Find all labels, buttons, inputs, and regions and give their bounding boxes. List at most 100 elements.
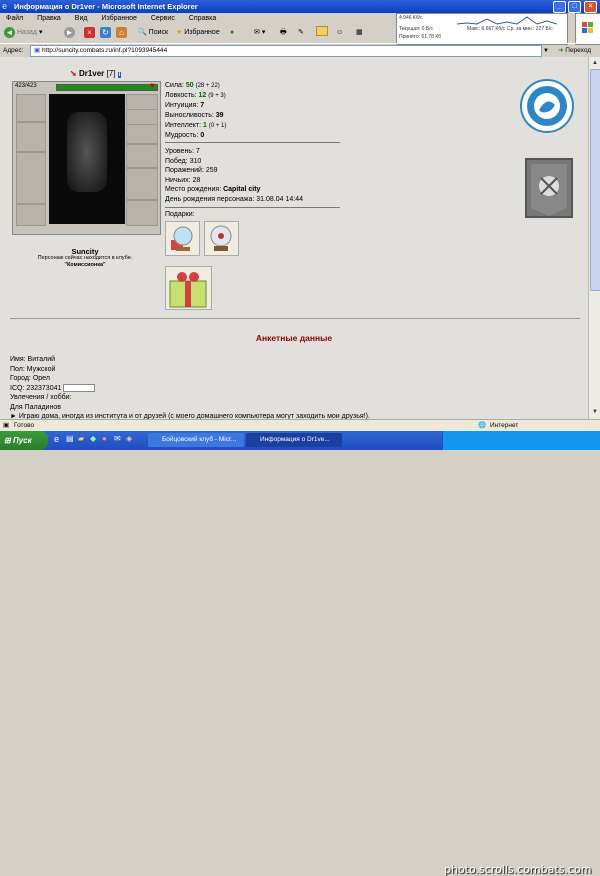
print-button[interactable]: 🖶 bbox=[280, 26, 287, 40]
windows-flag-icon bbox=[582, 22, 593, 33]
stat-intuition: Интуиция: 7 bbox=[165, 102, 205, 109]
system-tray bbox=[442, 431, 600, 450]
menu-favorites[interactable]: Избранное bbox=[101, 15, 136, 22]
search-button[interactable]: 🔍 Поиск bbox=[138, 26, 168, 40]
quicklaunch-tool-icon[interactable]: ◈ bbox=[126, 434, 132, 443]
stat-agility: Ловкость: 12 (9 + 3) bbox=[165, 92, 226, 99]
slot-helmet[interactable] bbox=[16, 94, 46, 122]
info-losses: Поражений: 259 bbox=[165, 167, 218, 174]
media-icon: ● bbox=[230, 29, 235, 36]
home-icon: ⌂ bbox=[116, 26, 127, 38]
search-icon: 🔍 bbox=[138, 29, 147, 36]
hp-bar bbox=[56, 84, 158, 91]
quicklaunch-app-icon[interactable]: ◆ bbox=[90, 434, 96, 443]
menu-file[interactable]: Файл bbox=[6, 15, 23, 22]
gift-globe-icon[interactable] bbox=[165, 221, 200, 256]
divider bbox=[165, 142, 340, 143]
go-arrow-icon: ➜ bbox=[558, 47, 564, 54]
vertical-scrollbar[interactable]: ▲ ▼ bbox=[588, 57, 600, 419]
page-icon: ▣ bbox=[34, 47, 41, 54]
gifts-label: Подарки: bbox=[165, 211, 195, 218]
refresh-button[interactable]: ↻ bbox=[100, 26, 111, 40]
address-input[interactable]: ▣ http://suncity.combats.ru/inf.pl?10939… bbox=[30, 45, 542, 57]
stat-wisdom: Мудрость: 0 bbox=[165, 132, 205, 139]
slot-rings[interactable] bbox=[126, 124, 158, 144]
messenger-icon: ☺ bbox=[336, 29, 344, 36]
scroll-thumb[interactable] bbox=[590, 69, 600, 291]
profile-city: Город: Орел bbox=[10, 375, 50, 382]
minimize-button[interactable]: _ bbox=[553, 1, 566, 13]
task-combats-club[interactable]: Бойцовский клуб - Micr... bbox=[148, 433, 244, 447]
character-panel: 423/423 ♥ bbox=[12, 81, 161, 235]
slot-amulet[interactable] bbox=[126, 109, 158, 125]
scroll-down-icon[interactable]: ▼ bbox=[590, 407, 600, 417]
media-button[interactable]: ● bbox=[230, 26, 234, 40]
printer-icon: 🖶 bbox=[280, 29, 287, 36]
mail-button[interactable]: ✉ ▾ bbox=[254, 26, 265, 40]
refresh-icon: ↻ bbox=[100, 26, 111, 38]
divider bbox=[165, 207, 340, 208]
quicklaunch-folder-icon[interactable]: ▰ bbox=[78, 434, 84, 443]
mail-icon: ✉ bbox=[254, 29, 260, 36]
traffic-graph bbox=[457, 16, 557, 25]
info-birthplace: Место рождения: Capital city bbox=[165, 186, 261, 193]
info-badge[interactable]: i bbox=[117, 72, 122, 78]
slot-weapon[interactable] bbox=[16, 122, 46, 152]
quicklaunch-ie-icon[interactable]: e bbox=[54, 434, 59, 444]
hp-value: 423/423 bbox=[15, 83, 37, 89]
quicklaunch-media-icon[interactable]: ● bbox=[102, 434, 107, 443]
windows-start-icon: ⊞ bbox=[4, 436, 11, 445]
battle-info: Уровень: 7 Побед: 310 Поражений: 259 Нич… bbox=[165, 147, 303, 204]
slot-boots[interactable] bbox=[126, 200, 158, 226]
folder-button[interactable] bbox=[316, 26, 328, 40]
city-name: Suncity bbox=[71, 247, 99, 256]
home-button[interactable]: ⌂ bbox=[116, 26, 127, 40]
quicklaunch-desktop-icon[interactable]: ▤ bbox=[66, 434, 74, 443]
slot-gloves[interactable] bbox=[126, 144, 158, 168]
menu-help[interactable]: Справка bbox=[189, 15, 216, 22]
stop-button[interactable]: × bbox=[84, 26, 95, 40]
info-draws: Ничьих: 28 bbox=[165, 176, 201, 184]
gift-box-icon[interactable] bbox=[165, 266, 212, 310]
stat-strength: Сила: 50 (28 + 22) bbox=[165, 82, 220, 89]
maximize-button[interactable]: □ bbox=[568, 1, 581, 13]
profile-hobby-label: Увлечения / хобби: bbox=[10, 394, 72, 401]
watermark-text: photo.scrolls.combats.com bbox=[444, 863, 592, 876]
profile-name: Имя: Виталий bbox=[10, 356, 56, 363]
gift-snowglobe-icon[interactable] bbox=[204, 221, 239, 256]
clan-emblem-icon[interactable] bbox=[520, 79, 574, 133]
scroll-up-icon[interactable]: ▲ bbox=[590, 58, 600, 68]
character-location: Suncity Персонаж сейчас находится в клуб… bbox=[10, 248, 160, 269]
edit-button[interactable]: ✎ bbox=[298, 26, 304, 40]
heart-icon: ♥ bbox=[150, 81, 155, 90]
slot-armor[interactable] bbox=[16, 152, 46, 204]
address-label: Адрес: bbox=[3, 47, 24, 54]
icq-status-box bbox=[63, 383, 96, 392]
close-button[interactable]: × bbox=[584, 1, 597, 13]
slot-earrings[interactable] bbox=[126, 94, 158, 110]
slot-belt[interactable] bbox=[16, 204, 46, 226]
back-button[interactable]: ◄ Назад ▾ bbox=[4, 26, 42, 40]
menu-tools[interactable]: Сервис bbox=[151, 15, 175, 22]
quicklaunch-mail-icon[interactable]: ✉ bbox=[114, 434, 121, 443]
edit-icon: ✎ bbox=[298, 29, 304, 36]
forward-button[interactable]: ► bbox=[64, 26, 75, 40]
go-button[interactable]: ➜ Переход bbox=[558, 44, 591, 57]
address-bar: Адрес: ▣ http://suncity.combats.ru/inf.p… bbox=[0, 43, 600, 57]
research-button[interactable]: ▦ bbox=[356, 26, 363, 40]
favorites-button[interactable]: ★ Избранное bbox=[176, 26, 220, 40]
star-icon: ★ bbox=[176, 29, 183, 36]
task-info-active[interactable]: Информация о Dr1ve... bbox=[246, 433, 342, 447]
alignment-banner-icon[interactable] bbox=[525, 158, 573, 218]
stat-endurance: Выносливость: 39 bbox=[165, 112, 224, 119]
menu-edit[interactable]: Правка bbox=[37, 15, 61, 22]
menu-view[interactable]: Вид bbox=[75, 15, 88, 22]
start-button[interactable]: ⊞ Пуск bbox=[0, 431, 48, 450]
profile-section-title: Анкетные данные bbox=[255, 333, 333, 343]
stats-list: Сила: 50 (28 + 22) Ловкость: 12 (9 + 3) … bbox=[165, 81, 226, 141]
info-level: Уровень: 7 bbox=[165, 148, 200, 155]
slot-shield[interactable] bbox=[126, 168, 158, 200]
messenger-button[interactable]: ☺ bbox=[336, 26, 343, 40]
character-avatar bbox=[49, 94, 125, 224]
profile-details: Имя: Виталий Пол: Мужской Город: Орел IC… bbox=[10, 355, 370, 422]
